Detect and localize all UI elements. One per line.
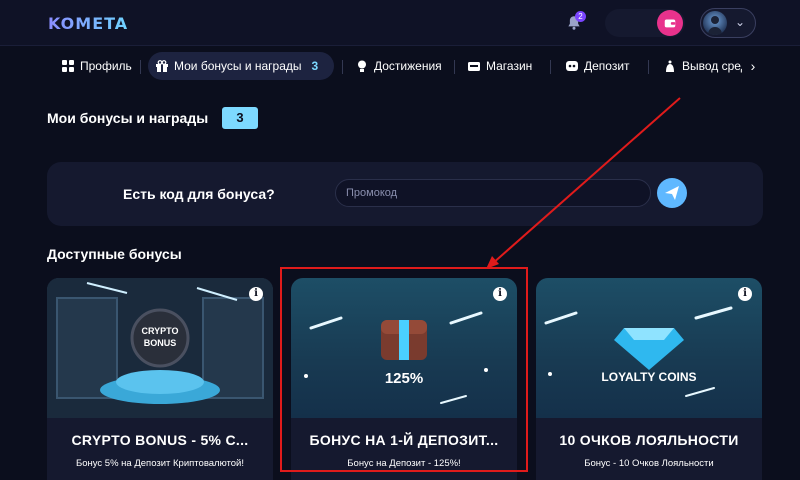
send-icon (665, 186, 679, 200)
top-header: KOMETA 2 ⌄ (0, 0, 800, 46)
tabs-scroll-right-button[interactable]: › (742, 52, 764, 80)
tab-divider (550, 60, 551, 74)
wallet-button[interactable] (657, 10, 683, 36)
tab-label: Вывод сред (682, 59, 748, 73)
tab-achievements[interactable]: Достижения (348, 52, 450, 80)
page-title: Мои бонусы и награды (47, 110, 209, 126)
tab-shop[interactable]: Магазин (460, 52, 540, 80)
promo-code-input[interactable] (335, 179, 651, 207)
deposit-icon (566, 61, 578, 71)
promo-code-label: Есть код для бонуса? (123, 186, 275, 202)
promo-code-card: Есть код для бонуса? (47, 162, 763, 226)
tab-label: Профиль (80, 59, 132, 73)
promo-submit-button[interactable] (657, 178, 687, 208)
bag-icon (666, 60, 674, 72)
shop-icon (468, 62, 480, 71)
bonus-card-crypto[interactable]: CRYPTO BONUS i CRYPTO BONUS - 5% C... Бо… (47, 278, 273, 480)
bonus-card-description: Бонус - 10 Очков Лояльности (584, 458, 714, 469)
tab-profile[interactable]: Профиль (54, 52, 140, 80)
highlight-box (280, 267, 528, 472)
notifications-badge: 2 (575, 11, 586, 22)
tab-divider (342, 60, 343, 74)
bonus-count-badge: 3 (222, 107, 258, 129)
info-icon[interactable]: i (249, 287, 263, 301)
bonus-card-image: CRYPTO BONUS (47, 278, 273, 418)
tab-count-badge: 3 (311, 59, 319, 73)
tab-divider (140, 60, 141, 74)
profile-menu[interactable]: ⌄ (700, 8, 756, 38)
tab-label: Депозит (584, 59, 630, 73)
tab-divider (454, 60, 455, 74)
bonus-card-title: CRYPTO BONUS - 5% C... (71, 432, 249, 448)
trophy-icon (358, 60, 366, 72)
tab-label: Достижения (374, 59, 442, 73)
profile-tabs: Профиль Мои бонусы и награды 3 Достижени… (0, 46, 800, 86)
tab-withdraw[interactable]: Вывод сред (656, 52, 756, 80)
wallet-icon (664, 19, 676, 28)
bonus-card-loyalty[interactable]: LOYALTY COINS i 10 ОЧКОВ ЛОЯЛЬНОСТИ Бону… (536, 278, 762, 480)
bonus-card-description: Бонус 5% на Депозит Криптовалютой! (76, 458, 244, 469)
chevron-down-icon: ⌄ (735, 15, 746, 29)
info-icon[interactable]: i (738, 287, 752, 301)
kometa-logo[interactable]: KOMETA (48, 14, 128, 33)
crypto-coin-text: CRYPTO (141, 326, 179, 336)
bonus-card-image: LOYALTY COINS (536, 278, 762, 418)
tab-label: Магазин (486, 59, 533, 73)
tab-bonuses[interactable]: Мои бонусы и награды 3 (148, 52, 334, 80)
tab-divider (648, 60, 649, 74)
tab-label: Мои бонусы и награды (174, 59, 302, 73)
grid-icon (62, 60, 74, 72)
crypto-coin-text: BONUS (143, 338, 177, 348)
gift-icon (156, 60, 168, 72)
tab-deposit[interactable]: Депозит (558, 52, 638, 80)
notifications-button[interactable]: 2 (560, 9, 588, 37)
avatar (703, 11, 727, 35)
available-bonuses-title: Доступные бонусы (47, 246, 182, 262)
bonus-card-title: 10 ОЧКОВ ЛОЯЛЬНОСТИ (559, 432, 739, 448)
loyalty-coins-text: LOYALTY COINS (601, 370, 697, 384)
chevron-right-icon: › (750, 58, 756, 74)
